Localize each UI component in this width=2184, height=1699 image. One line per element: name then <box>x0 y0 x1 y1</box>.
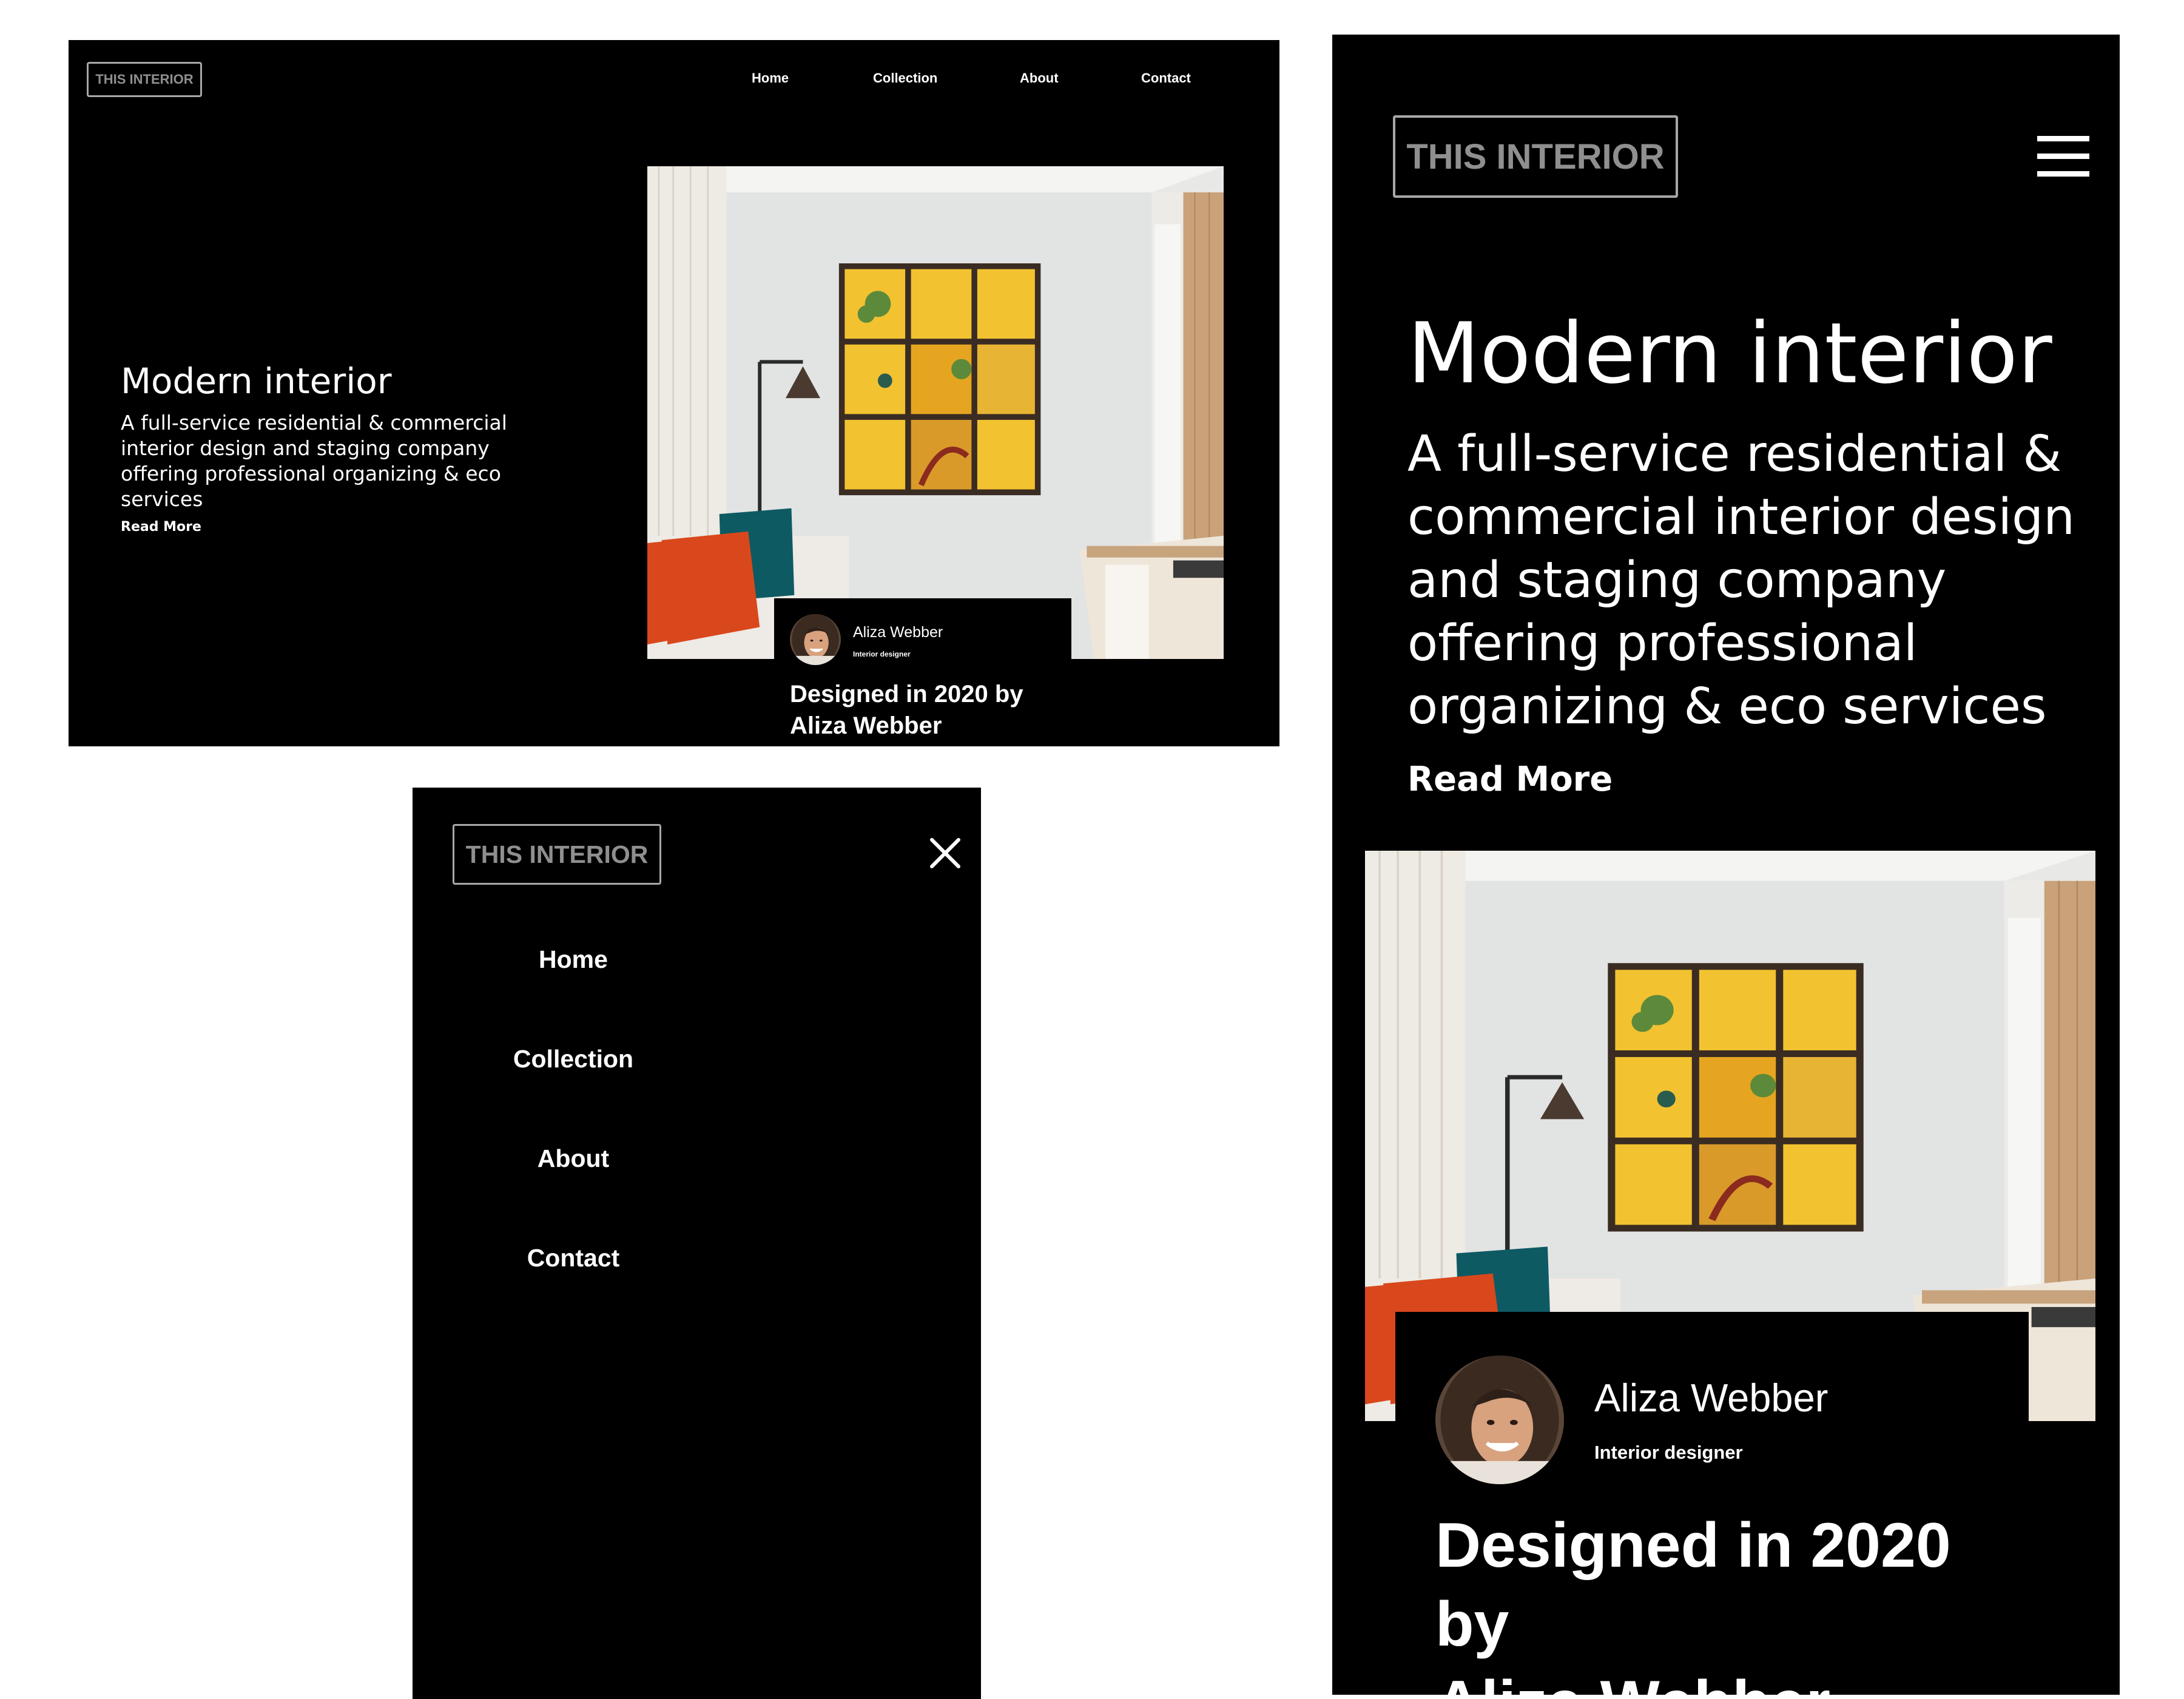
designer-name: Aliza Webber <box>853 624 943 641</box>
mobile-nav-menu: Home Collection About Contact <box>413 945 686 1343</box>
nav-collection-link[interactable]: Collection <box>873 70 937 86</box>
nav-contact-link[interactable]: Contact <box>1141 70 1191 86</box>
interior-photo <box>647 166 1224 659</box>
read-more-link[interactable]: Read More <box>121 519 201 535</box>
menu-collection-link[interactable]: Collection <box>461 1045 686 1144</box>
menu-about-link[interactable]: About <box>461 1144 686 1244</box>
close-icon[interactable] <box>928 836 962 870</box>
brand-logo[interactable]: THIS INTERIOR <box>87 62 202 97</box>
mobile-menu-view: THIS INTERIOR Home Collection About Cont… <box>413 788 981 1699</box>
hero-subtitle: A full-service residential & commercial … <box>121 411 507 511</box>
mobile-home-view: THIS INTERIOR Modern interior A full-ser… <box>1332 35 2120 1695</box>
designed-caption: Designed in 2020 by Aliza Webber <box>1435 1510 1951 1695</box>
menu-home-link[interactable]: Home <box>461 945 686 1045</box>
designer-name: Aliza Webber <box>1594 1376 1828 1420</box>
menu-contact-link[interactable]: Contact <box>461 1244 686 1343</box>
hamburger-menu-icon[interactable] <box>2036 135 2091 178</box>
designed-caption: Designed in 2020 by Aliza Webber <box>790 681 1023 739</box>
read-more-link[interactable]: Read More <box>1407 760 1613 799</box>
hero-title: Modern interior <box>1407 305 2052 402</box>
designer-role: Interior designer <box>1594 1442 1743 1463</box>
hero-title: Modern interior <box>121 360 392 402</box>
brand-logo[interactable]: THIS INTERIOR <box>1393 115 1678 198</box>
nav-home-link[interactable]: Home <box>752 70 789 86</box>
designer-avatar <box>1435 1356 1564 1484</box>
hero-subtitle: A full-service residential & commercial … <box>1407 425 2075 735</box>
desktop-view: THIS INTERIOR Home Collection About Cont… <box>69 40 1279 746</box>
nav-about-link[interactable]: About <box>1020 70 1059 86</box>
designer-card: Aliza Webber Interior designer Designed … <box>774 598 1071 746</box>
designer-avatar <box>790 614 841 665</box>
brand-logo[interactable]: THIS INTERIOR <box>453 824 661 885</box>
designer-card: Aliza Webber Interior designer Designed … <box>1395 1312 2029 1695</box>
designer-role: Interior designer <box>853 650 911 658</box>
